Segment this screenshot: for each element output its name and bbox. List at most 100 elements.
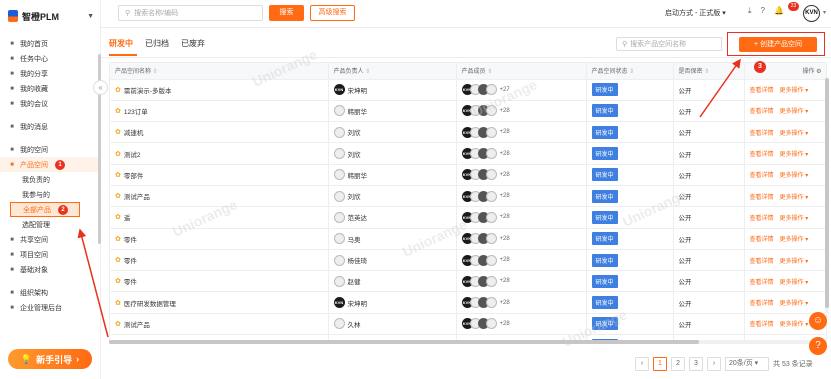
members-cell[interactable]: KVN+28 [456,100,587,123]
view-details-link[interactable]: 查看详情 [750,259,774,265]
help-float-button[interactable]: ? [809,337,827,355]
tab-2[interactable]: 已废弃 [181,38,205,49]
view-details-link[interactable]: 查看详情 [750,195,774,201]
product-name-cell[interactable]: ✿ 测试产品 [110,313,329,336]
sidebar-item-8[interactable]: 我负责的 [0,172,100,187]
view-details-link[interactable]: 查看详情 [750,322,774,328]
table-horizontal-scrollbar[interactable] [109,340,827,344]
user-avatar[interactable]: KVN [803,5,820,22]
sidebar-item-11[interactable]: 选配管理 [0,217,100,232]
members-cell[interactable]: KVN+28 [456,313,587,336]
tab-0[interactable]: 研发中 [109,38,133,49]
next-page-button[interactable]: › [707,357,721,371]
search-button[interactable]: 搜索 [269,5,304,21]
chevron-down-icon[interactable]: ▾ [823,9,826,16]
table-row[interactable]: ✿ 减速机 刘欣 KVN +28 研发中 公开 查看详情 更多操作 ▾ [110,121,826,144]
sort-icon[interactable]: ⇕ [364,69,370,75]
members-cell[interactable]: KVN+28 [456,291,587,314]
product-name-cell[interactable]: ✿ 零部件 [110,164,329,186]
more-actions-link[interactable]: 更多操作 ▾ [780,88,809,94]
table-row[interactable]: ✿ 测试产品 刘欣 KVN +28 研发中 公开 查看详情 更多操作 ▾ [110,185,826,208]
more-actions-link[interactable]: 更多操作 ▾ [780,131,809,137]
product-name-cell[interactable]: ✿ 测试产品 [110,185,329,208]
product-name-cell[interactable]: ✿ 减速机 [110,121,329,144]
table-row[interactable]: ✿ 需前演示-多版本 KVN 宋坤明 KVN +27 研发中 公开 查看详情 更多操作 ▾ [110,79,826,101]
more-actions-link[interactable]: 更多操作 ▾ [780,109,809,115]
view-details-link[interactable]: 查看详情 [750,301,774,307]
view-details-link[interactable]: 查看详情 [750,109,774,115]
view-details-link[interactable]: 查看详情 [750,237,774,243]
beginner-guide-button[interactable]: 💡 新手引导 › [8,349,92,369]
sidebar-item-5[interactable]: ■ 我的消息 [0,119,100,134]
table-row[interactable]: ✿ 零部件 韩丽华 KVN +28 研发中 公开 查看详情 更多操作 ▾ [110,164,826,186]
product-name-cell[interactable]: ✿ 零件 [110,249,329,272]
scroll-thumb[interactable] [825,78,829,308]
bell-icon[interactable]: 🔔 [774,6,784,16]
members-cell[interactable]: KVN+28 [456,164,587,186]
page-size-select[interactable]: 20条/页 ▾ [725,357,769,371]
product-name-cell[interactable]: ✿ 零件 [110,228,329,250]
members-cell[interactable]: KVN+28 [456,142,587,165]
view-details-link[interactable]: 查看详情 [750,88,774,94]
sidebar-item-7[interactable]: ■ 产品空间 1 [0,157,100,172]
more-actions-link[interactable]: 更多操作 ▾ [780,195,809,201]
members-cell[interactable]: KVN+28 [456,121,587,144]
sidebar-item-1[interactable]: ■ 任务中心 [0,51,100,66]
sidebar-item-16[interactable]: ■ 企业管理后台 [0,300,100,315]
column-header[interactable]: 产品成员 ⇕ [456,63,587,80]
view-details-link[interactable]: 查看详情 [750,131,774,137]
collapse-sidebar-button[interactable]: « [93,80,108,95]
page-button[interactable]: 3 [689,357,703,371]
table-row[interactable]: ✿ 医疗研发数据管理 KVN 宋坤明 KVN +28 研发中 公开 查看详情 更多操作 ▾ [110,291,826,314]
sort-icon[interactable]: ⇕ [628,69,634,75]
sidebar-item-13[interactable]: ■ 项目空间 [0,247,100,262]
more-actions-link[interactable]: 更多操作 ▾ [780,216,809,222]
advanced-search-button[interactable]: 高级搜索 [310,5,355,21]
table-row[interactable]: ✿ 遥 范英达 KVN +28 研发中 公开 查看详情 更多操作 ▾ [110,206,826,229]
more-actions-link[interactable]: 更多操作 ▾ [780,301,809,307]
table-row[interactable]: ✿ 零件 马奥 KVN +28 研发中 公开 查看详情 更多操作 ▾ [110,228,826,250]
sort-icon[interactable]: ⇕ [151,69,158,75]
table-row[interactable]: ✿ 测试2 刘欣 KVN +28 研发中 公开 查看详情 更多操作 ▾ [110,142,826,165]
global-search-input[interactable]: ⚲ 搜索名称/编码 [118,5,263,21]
view-details-link[interactable]: 查看详情 [750,152,774,158]
members-cell[interactable]: KVN+28 [456,185,587,208]
product-name-cell[interactable]: ✿ 123订单 [110,100,329,123]
more-actions-link[interactable]: 更多操作 ▾ [780,237,809,243]
more-actions-link[interactable]: 更多操作 ▾ [780,280,809,286]
members-cell[interactable]: KVN+28 [456,249,587,272]
page-button[interactable]: 1 [653,357,667,371]
assistant-float-button[interactable]: ☺ [809,312,827,330]
chevron-down-icon[interactable]: ▼ [87,13,94,20]
sidebar-item-4[interactable]: ■ 我的会议 [0,96,100,111]
scroll-thumb[interactable] [109,340,699,344]
page-button[interactable]: 2 [671,357,685,371]
view-details-link[interactable]: 查看详情 [750,173,774,179]
product-name-cell[interactable]: ✿ 遥 [110,206,329,229]
help-icon[interactable]: ? [761,6,765,16]
product-name-cell[interactable]: ✿ 需前演示-多版本 [110,79,329,101]
sidebar-item-3[interactable]: ■ 我的收藏 [0,81,100,96]
table-row[interactable]: ✿ 零件 杨佳琦 KVN +28 研发中 公开 查看详情 更多操作 ▾ [110,249,826,272]
more-actions-link[interactable]: 更多操作 ▾ [780,259,809,265]
sidebar-item-0[interactable]: ■ 我的首页 [0,36,100,51]
sidebar-item-14[interactable]: ■ 基础对象 [0,262,100,277]
members-cell[interactable]: KVN +27 [456,79,587,101]
sort-icon[interactable]: ⇕ [703,69,709,75]
table-row[interactable]: ✿ 123订单 韩丽华 KVN +28 研发中 公开 查看详情 更多操作 ▾ [110,100,826,123]
sidebar-item-9[interactable]: 我参与的 [0,187,100,202]
download-icon[interactable]: ⤓ [748,6,752,16]
table-vertical-scrollbar[interactable] [825,78,829,314]
product-name-cell[interactable]: ✿ 医疗研发数据管理 [110,291,329,314]
product-name-cell[interactable]: ✿ 零件 [110,270,329,293]
sidebar-item-12[interactable]: ■ 共享空间 [0,232,100,247]
members-cell[interactable]: KVN+28 [456,206,587,229]
view-details-link[interactable]: 查看详情 [750,216,774,222]
sort-icon[interactable]: ⇕ [486,69,492,75]
prev-page-button[interactable]: ‹ [635,357,649,371]
product-search-input[interactable]: ⚲ 搜索产品空间名称 [616,37,722,51]
sidebar-item-10[interactable]: 全部产品 2 [10,202,80,217]
product-name-cell[interactable]: ✿测试2 [110,142,329,165]
startup-mode-select[interactable]: 启动方式 - 正式版 ▾ [665,8,726,18]
more-actions-link[interactable]: 更多操作 ▾ [780,322,809,328]
